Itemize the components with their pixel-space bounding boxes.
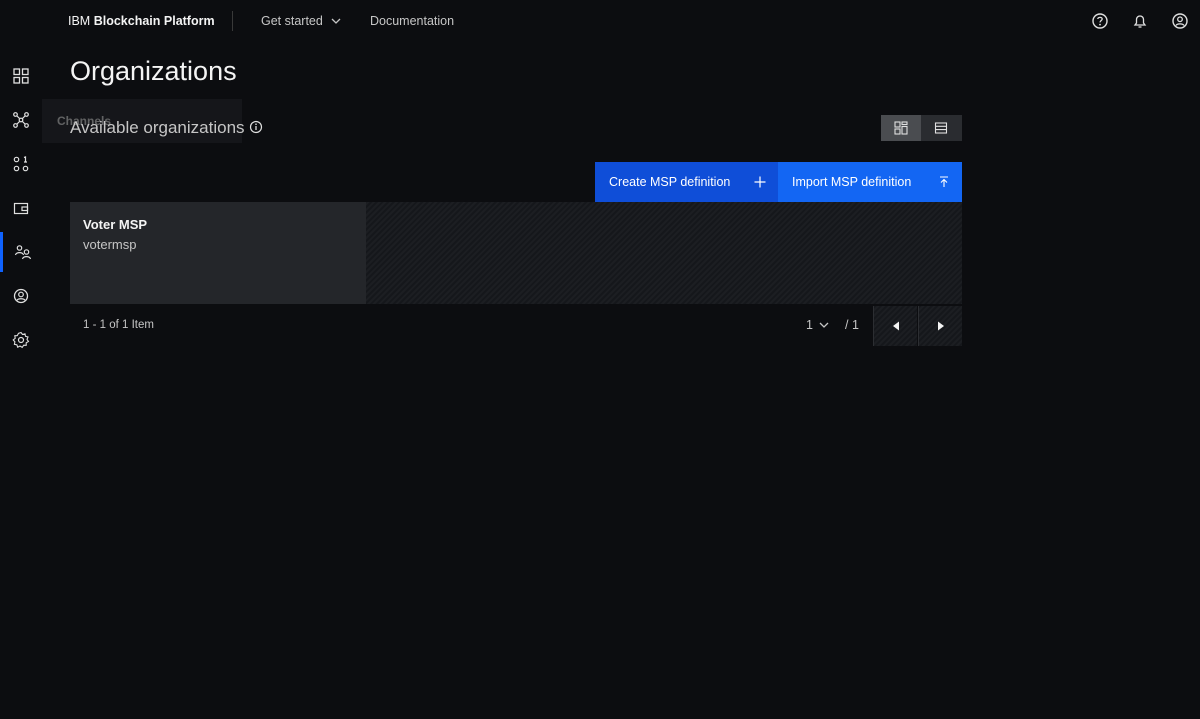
help-icon[interactable] <box>1089 10 1111 32</box>
grid-view-icon <box>894 121 908 135</box>
get-started-label: Get started <box>261 14 323 28</box>
sidenav-wallet[interactable] <box>0 188 42 228</box>
page-title: Organizations <box>70 56 237 86</box>
settings-icon <box>12 331 30 349</box>
create-msp-button[interactable]: Create MSP definition <box>595 162 778 202</box>
organization-tile[interactable]: Voter MSP votermsp <box>70 202 366 304</box>
previous-page-button[interactable] <box>873 306 917 346</box>
section-title: Available organizations <box>70 118 245 137</box>
brand-name: Blockchain Platform <box>93 14 215 28</box>
organization-msp-id: votermsp <box>83 237 137 252</box>
top-header: IBM Blockchain Platform Get started Docu… <box>0 0 1200 44</box>
chevron-down-icon <box>331 18 341 24</box>
page-number-select[interactable]: 1 <box>806 318 829 332</box>
tile-view-button[interactable] <box>881 115 921 141</box>
documentation-link[interactable]: Documentation <box>370 14 454 28</box>
organization-name: Voter MSP <box>83 217 148 232</box>
wallet-icon <box>13 202 29 215</box>
sidenav-organizations[interactable] <box>0 232 42 272</box>
list-view-button[interactable] <box>921 115 961 141</box>
get-started-menu[interactable]: Get started <box>261 14 341 28</box>
header-divider <box>232 11 233 31</box>
chevron-down-icon <box>819 322 829 328</box>
import-msp-label: Import MSP definition <box>792 175 912 189</box>
sidenav-smart-contracts[interactable] <box>0 144 42 184</box>
view-toggle <box>881 115 962 141</box>
create-msp-label: Create MSP definition <box>609 175 731 189</box>
sidenav-settings[interactable] <box>0 320 42 360</box>
caret-right-icon <box>937 321 944 331</box>
smart-contracts-icon <box>13 156 29 172</box>
next-page-button[interactable] <box>918 306 962 346</box>
user-profile-icon[interactable] <box>1169 10 1191 32</box>
caret-left-icon <box>892 321 899 331</box>
info-icon[interactable] <box>249 120 263 134</box>
sidenav-users[interactable] <box>0 276 42 316</box>
pagination-items-count: 1 - 1 of 1 Item <box>83 319 154 331</box>
total-pages: / 1 <box>845 318 859 332</box>
users-icon <box>13 288 29 304</box>
channels-icon <box>13 112 29 128</box>
documentation-label: Documentation <box>370 14 455 28</box>
notification-icon[interactable] <box>1129 10 1151 32</box>
sidenav-dashboard[interactable] <box>0 56 42 96</box>
organizations-icon <box>14 245 31 260</box>
list-view-icon <box>934 122 948 134</box>
brand-logo[interactable]: IBM Blockchain Platform <box>68 14 215 28</box>
dashboard-icon <box>13 68 29 84</box>
add-icon <box>754 176 766 188</box>
current-page: 1 <box>806 318 813 332</box>
sidenav-channels[interactable] <box>0 100 42 140</box>
import-msp-button[interactable]: Import MSP definition <box>778 162 962 202</box>
upload-icon <box>940 176 948 187</box>
brand-prefix: IBM <box>68 14 91 28</box>
